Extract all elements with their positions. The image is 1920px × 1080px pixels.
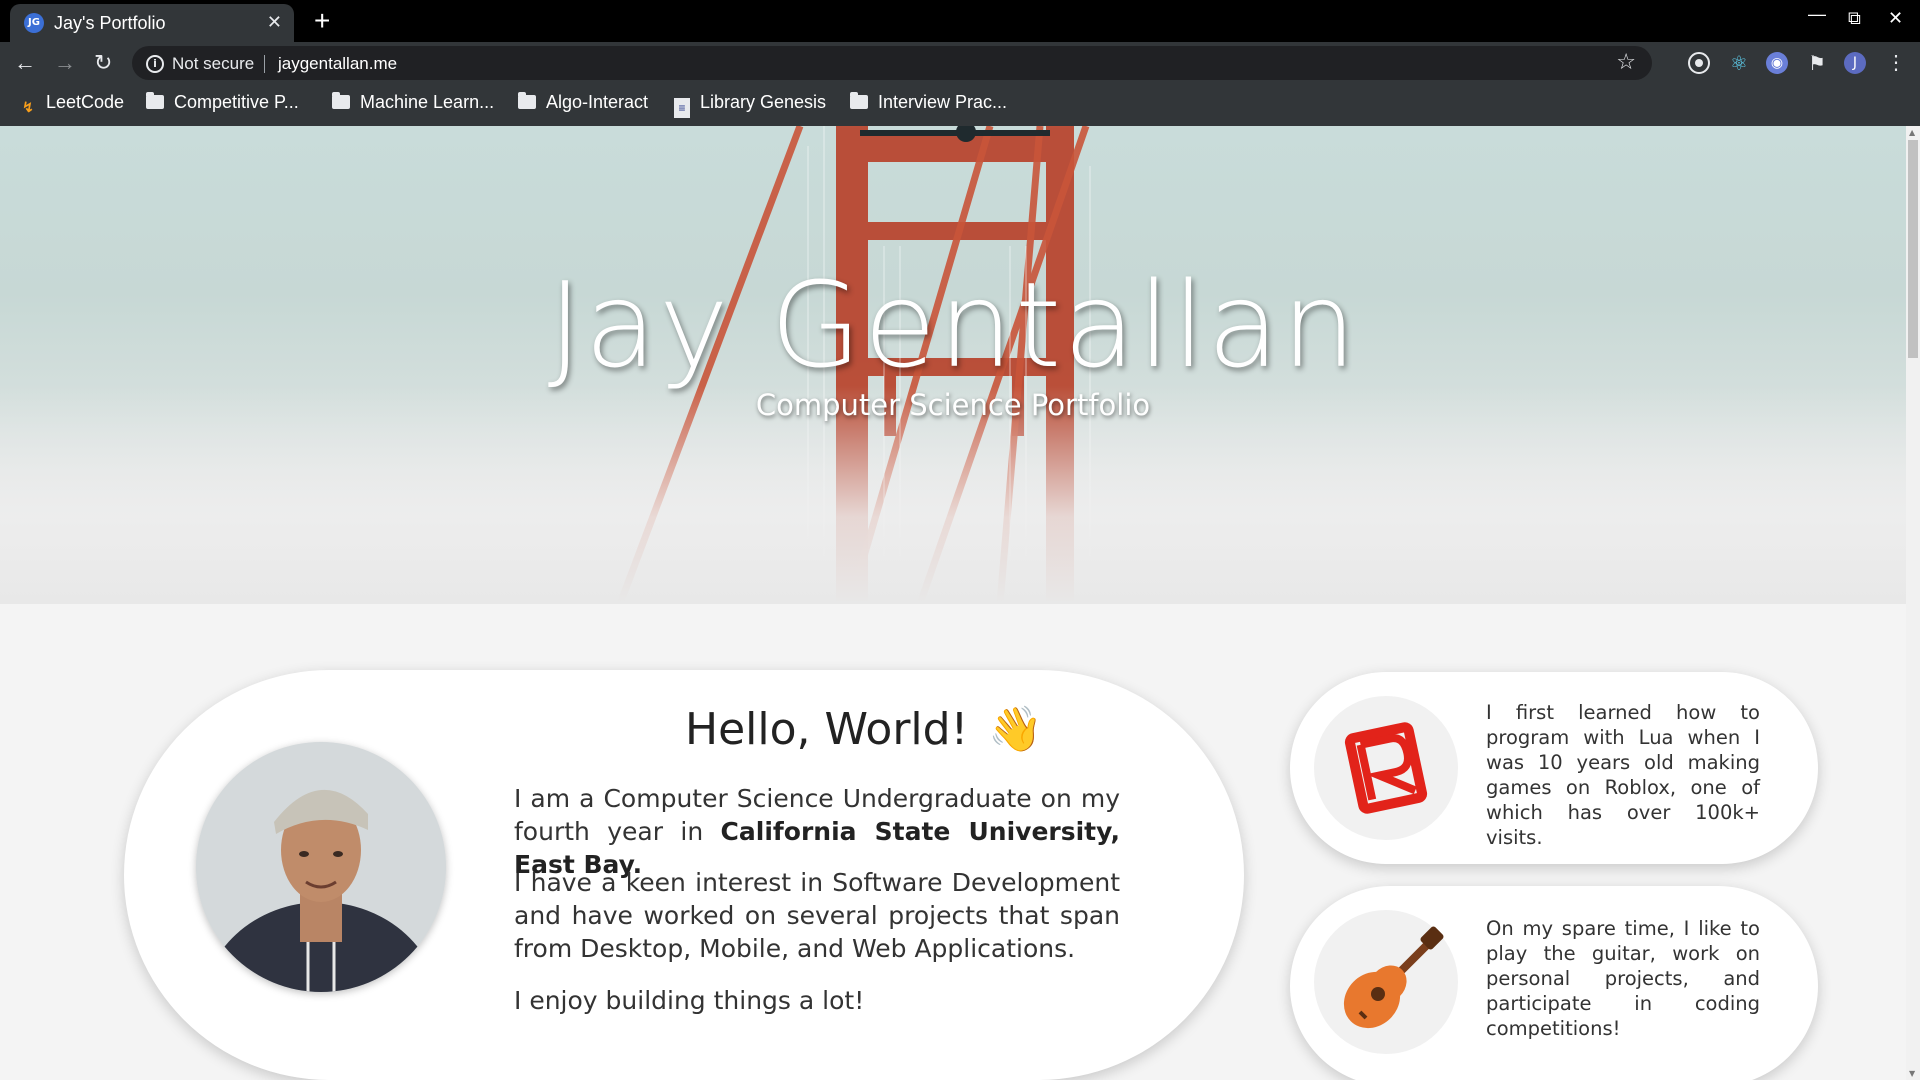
- heading-text: Hello, World!: [684, 704, 969, 755]
- folder-icon: [518, 92, 536, 109]
- bookmark-machine-learning[interactable]: Machine Learn...: [332, 92, 494, 113]
- tab-title: Jay's Portfolio: [54, 13, 166, 33]
- tab-strip: JG Jay's Portfolio ✕ + — ⧉ ✕: [0, 0, 1920, 42]
- page-viewport: Jay Gentallan Computer Science Portfolio…: [0, 126, 1906, 1080]
- bookmark-library-genesis[interactable]: ≡ Library Genesis: [674, 92, 826, 118]
- hobbies-card: On my spare time, I like to play the gui…: [1290, 886, 1818, 1080]
- leetcode-icon: ↯: [22, 99, 34, 115]
- hobbies-text: On my spare time, I like to play the gui…: [1486, 917, 1760, 1040]
- roblox-card: I first learned how to program with Lua …: [1290, 672, 1818, 864]
- forward-icon[interactable]: →: [54, 50, 76, 76]
- info-icon[interactable]: i: [146, 55, 164, 73]
- bookmark-interview-practice[interactable]: Interview Prac...: [850, 92, 1007, 113]
- profile-photo: [196, 742, 446, 992]
- bookmark-label: Algo-Interact: [546, 92, 649, 112]
- back-icon[interactable]: ←: [14, 50, 36, 76]
- bookmark-label: Machine Learn...: [360, 92, 495, 112]
- bookmarks-bar: ↯ LeetCode Competitive P... Machine Learn…: [0, 84, 1920, 126]
- waving-hand-icon: 👋: [988, 704, 1044, 755]
- folder-icon: [146, 92, 164, 109]
- folder-icon: [332, 92, 350, 109]
- bookmark-label: Interview Prac...: [878, 92, 1008, 112]
- bookmark-leetcode[interactable]: ↯ LeetCode: [20, 92, 124, 119]
- avatar: [196, 742, 446, 992]
- address-bar[interactable]: i Not secure jaygentallan.me ☆: [132, 46, 1652, 80]
- hero-title: Jay Gentallan: [547, 256, 1359, 394]
- url-text[interactable]: jaygentallan.me: [278, 54, 397, 74]
- browser-tab[interactable]: JG Jay's Portfolio ✕: [10, 4, 294, 42]
- extension-target-icon[interactable]: [1688, 52, 1710, 74]
- guitar-icon: [1314, 910, 1458, 1054]
- roblox-icon: [1314, 696, 1458, 840]
- tab-favicon: JG: [24, 13, 44, 33]
- security-label[interactable]: Not secure: [172, 54, 254, 74]
- bookmark-star-icon[interactable]: ☆: [1616, 50, 1636, 75]
- bookmark-label: Competitive P...: [174, 92, 299, 112]
- scroll-thumb[interactable]: [1908, 140, 1918, 358]
- scroll-up-icon[interactable]: ▲: [1909, 128, 1915, 137]
- bookmark-label: LeetCode: [46, 92, 125, 112]
- new-tab-button[interactable]: +: [314, 5, 330, 37]
- intro-card: Hello, World! 👋 I am a Computer Science U…: [124, 670, 1244, 1080]
- extensions-puzzle-icon[interactable]: ⚑: [1806, 52, 1828, 74]
- folder-icon: [850, 92, 868, 109]
- page-scrollbar[interactable]: ▲ ▼: [1906, 126, 1920, 1080]
- hero-banner: Jay Gentallan Computer Science Portfolio: [0, 126, 1906, 604]
- libgen-icon: ≡: [674, 98, 690, 118]
- close-tab-icon[interactable]: ✕: [267, 12, 282, 33]
- hero-subtitle: Computer Science Portfolio: [755, 388, 1151, 422]
- intro-heading: Hello, World! 👋: [514, 703, 1214, 755]
- bookmark-competitive[interactable]: Competitive P...: [146, 92, 299, 113]
- reload-icon[interactable]: ↻: [94, 50, 112, 76]
- restore-icon[interactable]: ⧉: [1848, 8, 1861, 29]
- menu-kebab-icon[interactable]: ⋮: [1886, 50, 1906, 75]
- intro-paragraph-2: I have a keen interest in Software Devel…: [514, 868, 1120, 963]
- roblox-logo: [1344, 722, 1428, 814]
- bookmark-label: Library Genesis: [700, 92, 827, 112]
- minimize-icon[interactable]: —: [1808, 4, 1826, 25]
- scroll-down-icon[interactable]: ▼: [1909, 1069, 1915, 1078]
- extension-eyes-icon[interactable]: ◉: [1766, 52, 1788, 74]
- react-devtools-icon[interactable]: ⚛: [1728, 52, 1750, 74]
- browser-toolbar: ← → ↻ i Not secure jaygentallan.me ☆ ⚛ ◉…: [0, 42, 1920, 84]
- guitar-illustration: [1343, 926, 1444, 1029]
- profile-avatar[interactable]: J: [1844, 52, 1866, 74]
- intro-paragraph-3: I enjoy building things a lot!: [514, 986, 865, 1015]
- roblox-text: I first learned how to program with Lua …: [1486, 701, 1760, 849]
- omnibox-divider: [264, 55, 265, 73]
- bookmark-algo-interact[interactable]: Algo-Interact: [518, 92, 648, 113]
- close-window-icon[interactable]: ✕: [1888, 8, 1903, 29]
